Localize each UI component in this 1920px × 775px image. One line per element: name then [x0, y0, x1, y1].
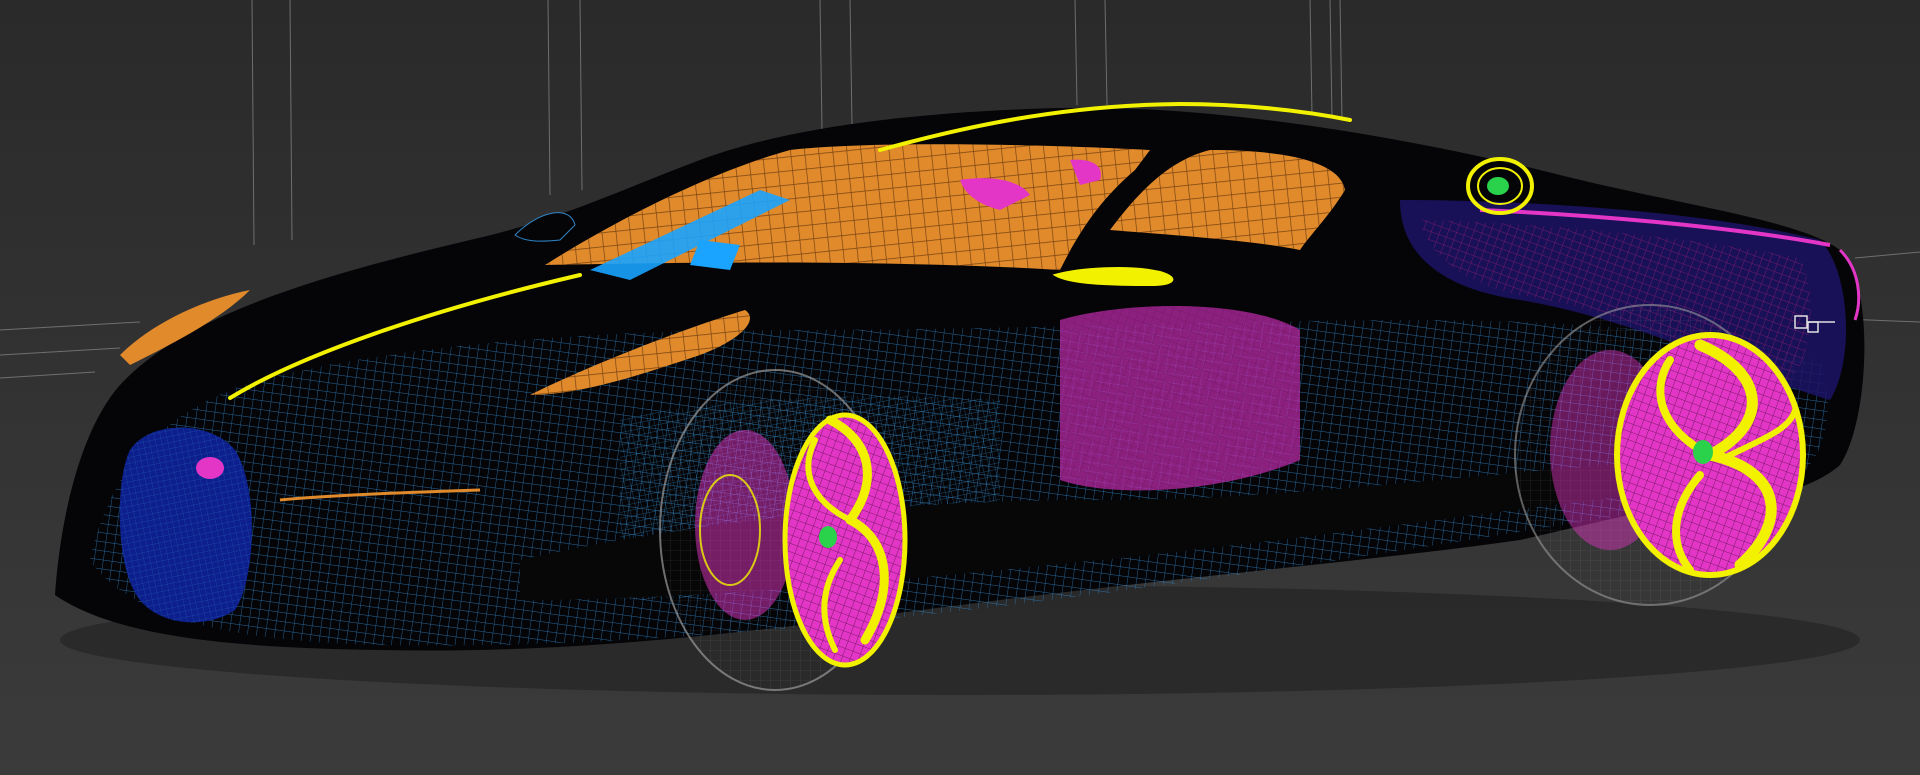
- 3d-viewport[interactable]: [0, 0, 1920, 775]
- wireframe-render: [0, 0, 1920, 775]
- front-grille[interactable]: [119, 427, 252, 623]
- badge-icon: [196, 457, 224, 479]
- fuel-cap-icon: [1466, 157, 1534, 215]
- rear-wheel[interactable]: [1514, 304, 1806, 606]
